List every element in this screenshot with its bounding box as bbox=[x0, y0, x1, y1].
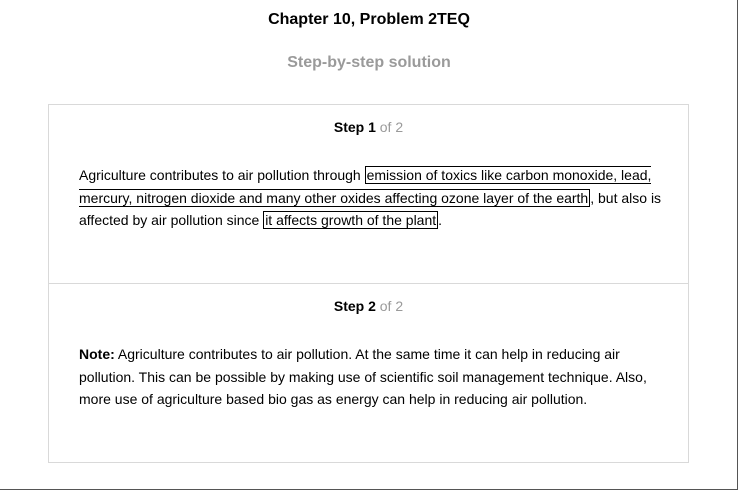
page-subtitle: Step-by-step solution bbox=[287, 54, 451, 71]
step-1-section: Step 1 of 2 Agriculture contributes to a… bbox=[49, 105, 688, 284]
page-title: Chapter 10, Problem 2TEQ bbox=[268, 11, 470, 28]
solution-page: Chapter 10, Problem 2TEQ Step-by-step so… bbox=[0, 0, 738, 490]
step-1-text-after: . bbox=[438, 212, 443, 228]
step-1-highlight-2: it affects growth of the plant bbox=[263, 211, 439, 229]
step-2-header: Step 2 of 2 bbox=[49, 298, 688, 314]
step-1-header: Step 1 of 2 bbox=[49, 119, 688, 135]
step-2-text: Note: Agriculture contributes to air pol… bbox=[79, 343, 664, 411]
step-2-section: Step 2 of 2 Note: Agriculture contribute… bbox=[49, 284, 688, 462]
step-2-label: Step 2 bbox=[333, 298, 376, 314]
step-1-text-before: Agriculture contributes to air pollution… bbox=[79, 167, 365, 183]
step-1-count: of 2 bbox=[379, 119, 404, 135]
step-2-note-text: Agriculture contributes to air pollution… bbox=[79, 346, 647, 407]
step-2-count: of 2 bbox=[379, 298, 404, 314]
step-1-text: Agriculture contributes to air pollution… bbox=[79, 164, 664, 232]
note-label: Note: bbox=[79, 346, 115, 362]
solution-card: Step 1 of 2 Agriculture contributes to a… bbox=[48, 104, 689, 463]
step-1-label: Step 1 bbox=[333, 119, 376, 135]
